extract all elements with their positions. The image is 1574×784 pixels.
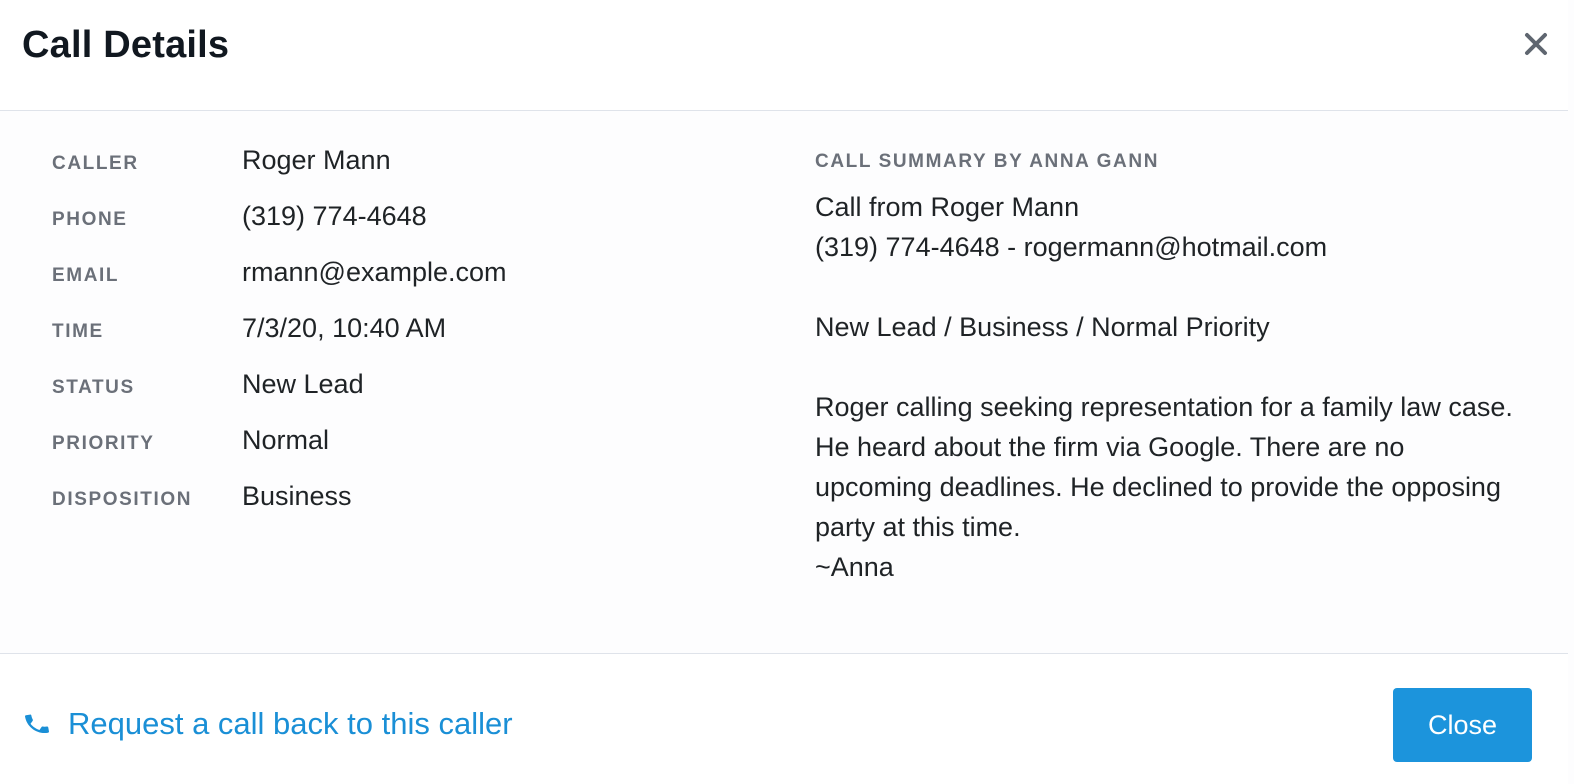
close-button[interactable]: Close: [1393, 688, 1532, 762]
detail-label: EMAIL: [52, 265, 120, 286]
detail-label: PRIORITY: [52, 433, 155, 454]
summary-tags: New Lead / Business / Normal Priority: [815, 312, 1270, 342]
detail-label: TIME: [52, 321, 104, 342]
call-summary: CALL SUMMARY BY ANNA GANN Call from Roge…: [815, 151, 1525, 587]
summary-contact-line: (319) 774-4648 - rogermann@hotmail.com: [815, 232, 1328, 262]
detail-value: Business: [242, 481, 352, 511]
dialog-footer: Request a call back to this caller Close: [0, 653, 1568, 784]
call-details-dialog: Call Details CALLER Roger Mann PHONE (31…: [0, 0, 1574, 784]
detail-label: STATUS: [52, 377, 135, 398]
summary-heading: CALL SUMMARY BY ANNA GANN: [815, 151, 1160, 172]
dialog-body: CALLER Roger Mann PHONE (319) 774-4648 E…: [0, 111, 1568, 653]
detail-value: Normal: [242, 425, 330, 455]
detail-value: (319) 774-4648: [242, 201, 427, 231]
dialog-header: Call Details: [0, 0, 1568, 111]
detail-value: Roger Mann: [242, 145, 391, 175]
detail-value: New Lead: [242, 369, 364, 399]
summary-signoff: ~Anna: [815, 552, 894, 582]
detail-label: DISPOSITION: [52, 489, 193, 510]
detail-value: rmann@example.com: [242, 257, 507, 287]
detail-label: CALLER: [52, 153, 139, 174]
summary-notes: Roger calling seeking representation for…: [815, 392, 1513, 542]
detail-value: 7/3/20, 10:40 AM: [242, 313, 447, 343]
request-callback-link[interactable]: Request a call back to this caller: [22, 706, 513, 742]
dialog-title: Call Details: [22, 24, 230, 66]
phone-icon: [22, 709, 52, 739]
close-icon[interactable]: [1518, 26, 1554, 62]
request-callback-label[interactable]: Request a call back to this caller: [68, 706, 513, 742]
summary-caller-line: Call from Roger Mann: [815, 192, 1080, 222]
detail-label: PHONE: [52, 209, 128, 230]
